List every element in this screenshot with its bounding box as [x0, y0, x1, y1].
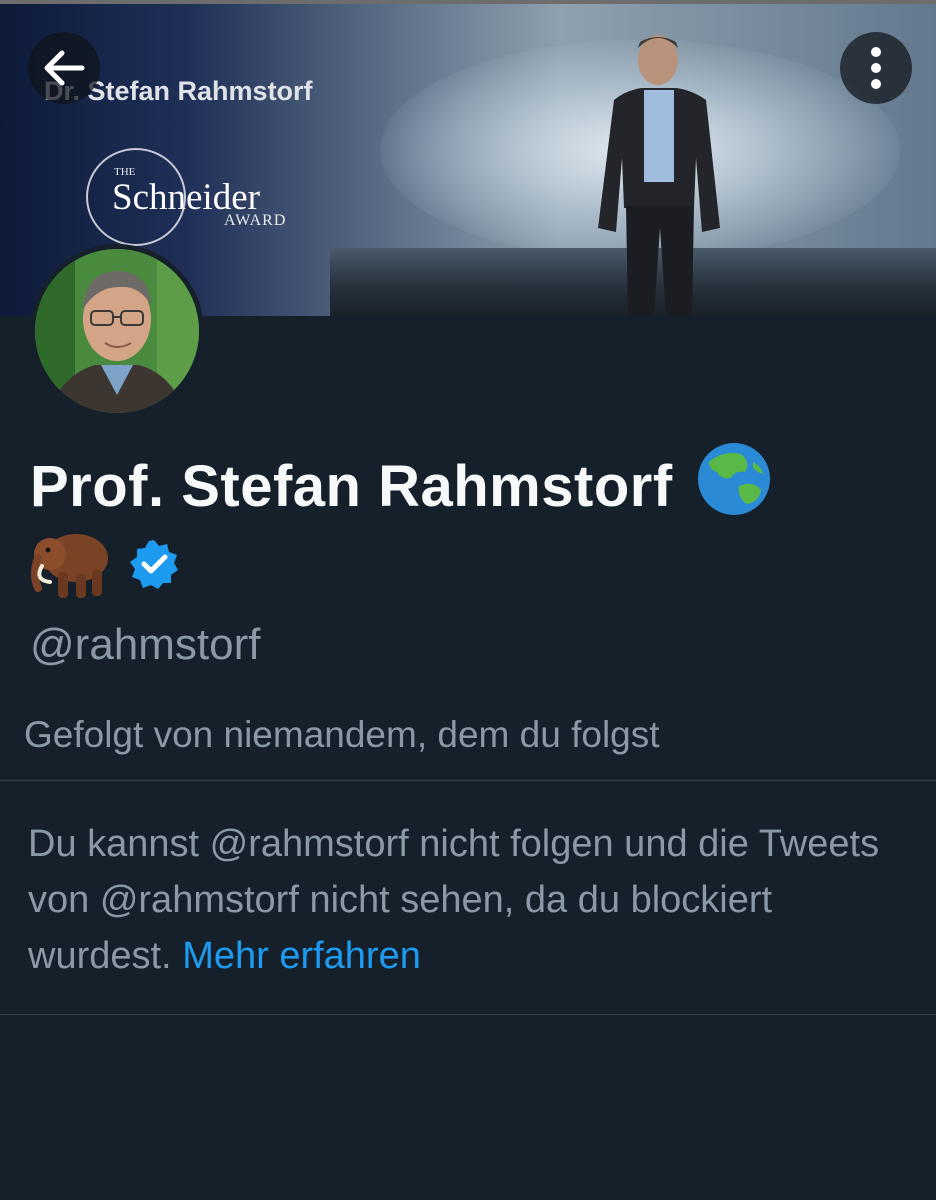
back-button[interactable] — [28, 32, 100, 104]
verified-badge-icon[interactable] — [128, 538, 180, 590]
mammoth-icon — [31, 534, 108, 598]
status-strip — [0, 0, 936, 4]
profile-handle: @rahmstorf — [30, 620, 261, 669]
arrow-left-icon — [44, 50, 85, 86]
banner-person-figure — [598, 35, 720, 316]
divider — [0, 1014, 936, 1015]
display-name-line: Prof. Stefan Rahmstorf — [30, 440, 773, 520]
blocked-notice-text: Du kannst @rahmstorf nicht folgen und di… — [28, 823, 880, 977]
divider — [0, 780, 936, 781]
learn-more-link[interactable]: Mehr erfahren — [182, 935, 421, 977]
followed-by-text[interactable]: Gefolgt von niemandem, dem du folgst — [24, 714, 660, 756]
name-emoji-row — [28, 524, 180, 604]
avatar-image — [35, 249, 199, 413]
more-vertical-icon — [871, 47, 881, 89]
globe-asia-australia-icon — [698, 443, 771, 515]
blocked-notice: Du kannst @rahmstorf nicht folgen und di… — [28, 816, 908, 984]
profile-avatar[interactable] — [30, 244, 204, 418]
more-options-button[interactable] — [840, 32, 912, 104]
award-logo-sub: AWARD — [224, 212, 287, 229]
display-name: Prof. Stefan Rahmstorf — [30, 454, 673, 519]
